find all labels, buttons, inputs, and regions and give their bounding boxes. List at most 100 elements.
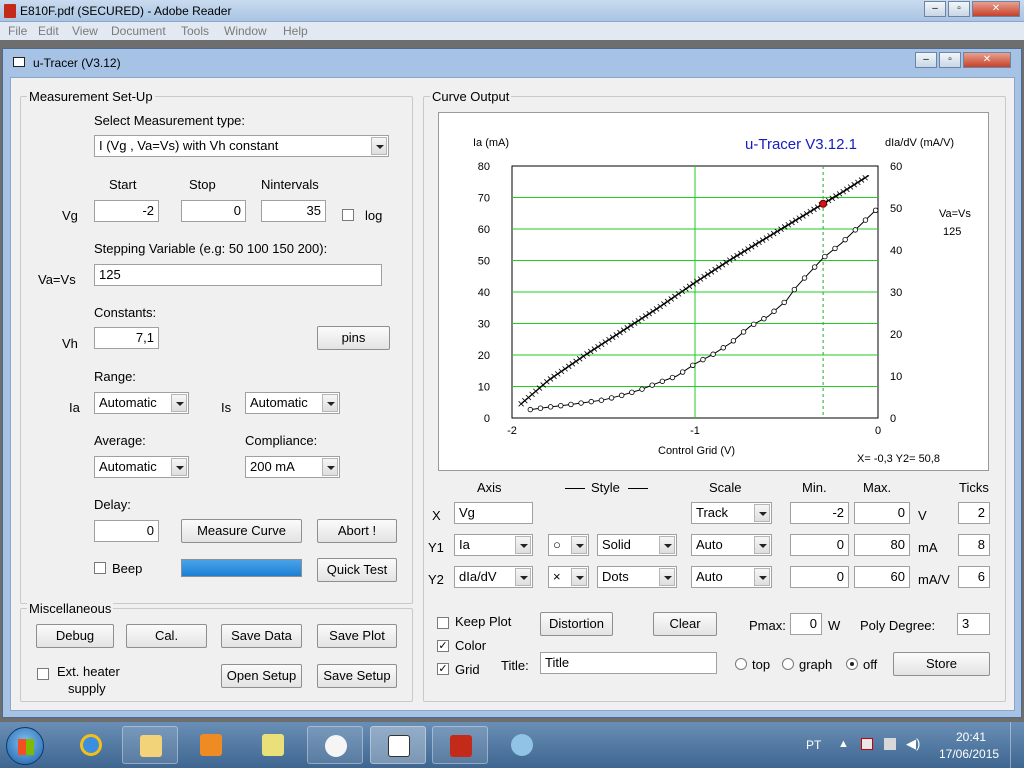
save-setup-button[interactable]: Save Setup — [317, 664, 397, 688]
y2-max-field[interactable]: 60 — [854, 566, 910, 588]
y1-style-select[interactable]: Solid — [597, 534, 677, 556]
chevron-down-icon — [754, 536, 770, 554]
menu-edit[interactable]: Edit — [38, 24, 59, 38]
off-radio[interactable] — [846, 658, 858, 670]
top-radio[interactable] — [735, 658, 747, 670]
log-label: log — [365, 208, 383, 223]
network-icon[interactable] — [884, 738, 896, 750]
taskbar-explorer[interactable] — [122, 726, 178, 764]
graph-radio[interactable] — [782, 658, 794, 670]
language-indicator[interactable]: PT — [806, 738, 821, 752]
taskbar-window[interactable] — [370, 726, 426, 764]
log-checkbox[interactable] — [342, 209, 354, 221]
start-button[interactable] — [6, 727, 44, 765]
x-axis-field[interactable]: Vg — [454, 502, 533, 524]
taskbar-sticky[interactable] — [245, 726, 301, 764]
poly-degree-field[interactable]: 3 — [957, 613, 990, 635]
taskbar-app[interactable] — [307, 726, 363, 764]
x-max-field[interactable]: 0 — [854, 502, 910, 524]
y2-style-select[interactable]: Dots — [597, 566, 677, 588]
taskbar-paint[interactable] — [494, 726, 550, 764]
y1-min-field[interactable]: 0 — [790, 534, 849, 556]
ut-close-button[interactable]: ✕ — [963, 52, 1011, 68]
quick-test-button[interactable]: Quick Test — [317, 558, 397, 582]
title-field[interactable]: Title — [540, 652, 717, 674]
tray-arrow-icon[interactable]: ▲ — [838, 738, 849, 750]
pins-button[interactable]: pins — [317, 326, 390, 350]
beep-checkbox[interactable] — [94, 562, 106, 574]
x-ticks-field[interactable]: 2 — [958, 502, 990, 524]
delay-field[interactable]: 0 — [94, 520, 159, 542]
taskbar-ie[interactable] — [63, 726, 119, 764]
debug-button[interactable]: Debug — [36, 624, 114, 648]
vg-stop-field[interactable]: 0 — [181, 200, 246, 222]
save-data-button[interactable]: Save Data — [221, 624, 302, 648]
x-scale-select[interactable]: Track — [691, 502, 772, 524]
show-desktop-button[interactable] — [1010, 722, 1024, 768]
stepping-variable-field[interactable]: 125 — [94, 264, 382, 286]
y2-ticks-field[interactable]: 6 — [958, 566, 990, 588]
vg-start-field[interactable]: -2 — [94, 200, 159, 222]
vg-nintervals-field[interactable]: 35 — [261, 200, 326, 222]
taskbar-media[interactable] — [183, 726, 239, 764]
keep-plot-checkbox[interactable] — [437, 617, 449, 629]
menu-help[interactable]: Help — [283, 24, 308, 38]
cursor-point — [819, 199, 828, 208]
y1-max-field[interactable]: 80 — [854, 534, 910, 556]
clock-time[interactable]: 20:41 — [956, 730, 986, 744]
reader-minimize-button[interactable]: – — [924, 1, 946, 17]
color-checkbox[interactable]: ✓ — [437, 640, 449, 652]
series-dia-marker — [547, 404, 554, 410]
right-tick-label: 60 — [890, 161, 902, 173]
y2-marker-select[interactable]: × — [548, 566, 589, 588]
measurement-type-select[interactable]: I (Vg , Va=Vs) with Vh constant — [94, 135, 389, 157]
distortion-button[interactable]: Distortion — [540, 612, 613, 636]
y2-min-field[interactable]: 0 — [790, 566, 849, 588]
ut-maximize-button[interactable]: ▫ — [939, 52, 961, 68]
y2-axis-select[interactable]: dIa/dV — [454, 566, 533, 588]
x-min-field[interactable]: -2 — [790, 502, 849, 524]
abort-button[interactable]: Abort ! — [317, 519, 397, 543]
cal-button[interactable]: Cal. — [126, 624, 207, 648]
volume-icon[interactable]: ◀) — [906, 736, 920, 752]
ext-heater-checkbox[interactable] — [37, 668, 49, 680]
series-dia-marker — [710, 351, 716, 357]
clock-date[interactable]: 17/06/2015 — [939, 747, 999, 761]
save-plot-button[interactable]: Save Plot — [317, 624, 397, 648]
sticky-notes-icon — [262, 734, 284, 756]
is-range-select[interactable]: Automatic — [245, 392, 340, 414]
action-center-icon[interactable] — [861, 738, 873, 750]
y1-axis-select[interactable]: Ia — [454, 534, 533, 556]
grid-checkbox[interactable]: ✓ — [437, 663, 449, 675]
y1-marker-select[interactable]: ○ — [548, 534, 589, 556]
compliance-select[interactable]: 200 mA — [245, 456, 340, 478]
pmax-field[interactable]: 0 — [790, 613, 822, 635]
series-dia-marker — [588, 398, 594, 405]
left-tick-label: 0 — [484, 413, 490, 425]
measure-curve-button[interactable]: Measure Curve — [181, 519, 302, 543]
ia-range-select[interactable]: Automatic — [94, 392, 189, 414]
chevron-down-icon — [322, 394, 338, 412]
curve-plot[interactable]: 80 70 60 50 40 30 20 10 0 60 50 40 30 20 10 0 -2 -1 0 — [439, 113, 988, 470]
menu-file[interactable]: File — [8, 24, 27, 38]
ut-minimize-button[interactable]: – — [915, 52, 937, 68]
average-select[interactable]: Automatic — [94, 456, 189, 478]
taskbar-adobe[interactable] — [432, 726, 488, 764]
clear-button[interactable]: Clear — [653, 612, 717, 636]
y2-scale-select[interactable]: Auto — [691, 566, 772, 588]
store-button[interactable]: Store — [893, 652, 990, 676]
reader-maximize-button[interactable]: ▫ — [948, 1, 970, 17]
menu-window[interactable]: Window — [224, 24, 267, 38]
open-setup-button[interactable]: Open Setup — [221, 664, 302, 688]
ext-heater-label-2: supply — [68, 681, 106, 696]
style-header: Style — [591, 480, 620, 495]
menu-tools[interactable]: Tools — [181, 24, 209, 38]
menu-document[interactable]: Document — [111, 24, 166, 38]
series-dia-marker — [761, 316, 767, 322]
y1-scale-select[interactable]: Auto — [691, 534, 772, 556]
chevron-down-icon — [571, 536, 587, 554]
reader-close-button[interactable]: ✕ — [972, 1, 1020, 17]
vh-field[interactable]: 7,1 — [94, 327, 159, 349]
y1-ticks-field[interactable]: 8 — [958, 534, 990, 556]
menu-view[interactable]: View — [72, 24, 98, 38]
